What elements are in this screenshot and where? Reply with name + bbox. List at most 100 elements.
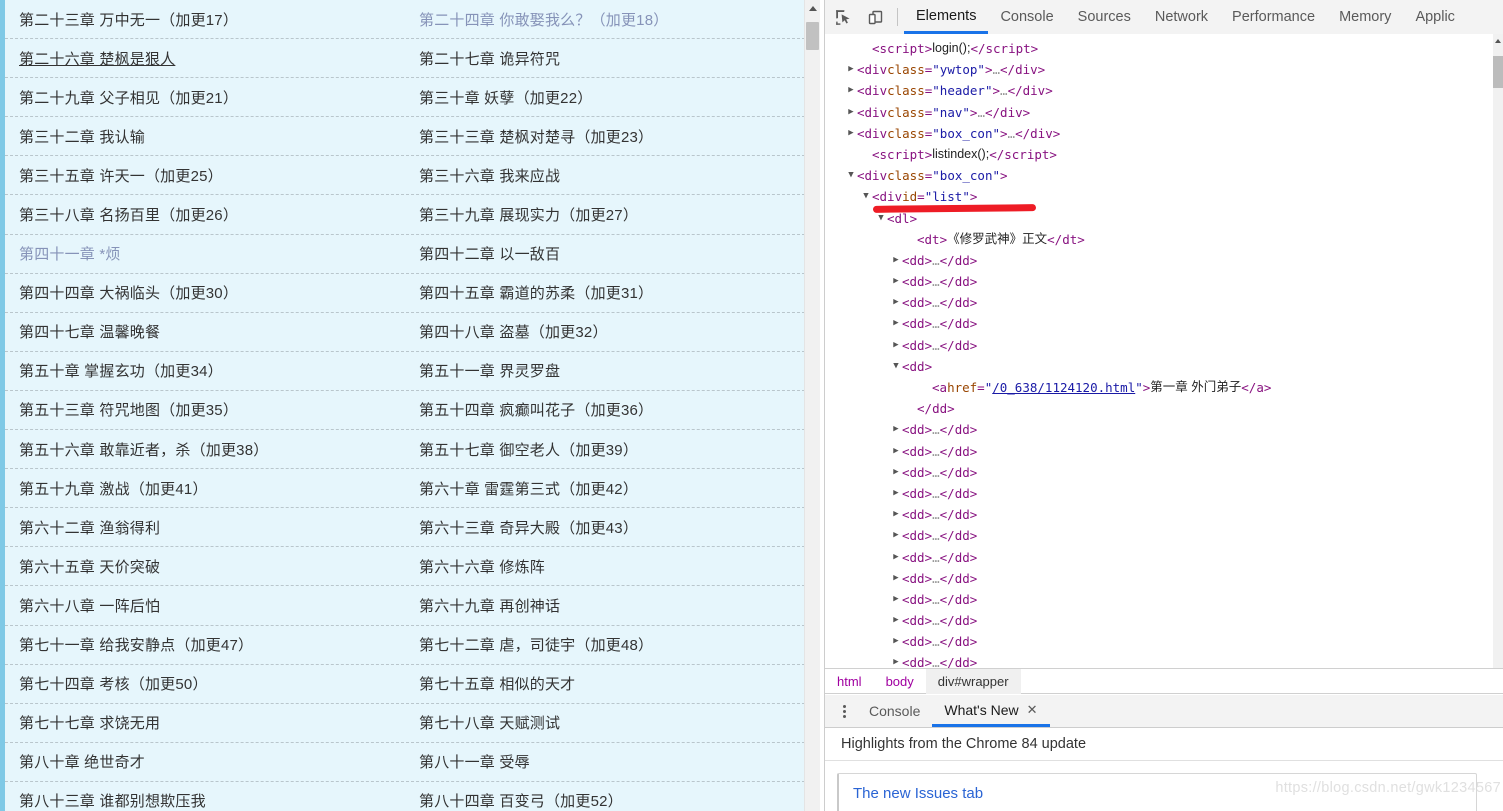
dom-tree-line[interactable]: <dd>…</dd> <box>825 271 1494 292</box>
dom-tree-line[interactable]: <dl> <box>825 208 1494 229</box>
chapter-link[interactable]: 第三十五章 许天一（加更25） <box>19 168 223 185</box>
breadcrumb-item[interactable]: html <box>825 669 874 694</box>
chapter-link[interactable]: 第六十五章 天价突破 <box>19 559 160 576</box>
dom-tree-line[interactable]: <dd>…</dd> <box>825 631 1494 652</box>
chapter-link[interactable]: 第五十四章 疯癫叫花子（加更36） <box>419 402 653 419</box>
chapter-link[interactable]: 第四十四章 大祸临头（加更30） <box>19 285 238 302</box>
chapter-link[interactable]: 第六十九章 再创神话 <box>419 598 560 615</box>
chapter-link[interactable]: 第七十四章 考核（加更50） <box>19 676 208 693</box>
dom-tree-line[interactable]: <div class="box_con">…</div> <box>825 123 1494 144</box>
tree-right-triangle-icon[interactable] <box>890 525 902 546</box>
tree-right-triangle-icon[interactable] <box>890 313 902 334</box>
tree-right-triangle-icon[interactable] <box>890 250 902 271</box>
chapter-link[interactable]: 第四十五章 霸道的苏柔（加更31） <box>419 285 653 302</box>
chapter-link[interactable]: 第二十九章 父子相见（加更21） <box>19 90 238 107</box>
dom-tree-line[interactable]: </dd > <box>825 398 1494 419</box>
tree-right-triangle-icon[interactable] <box>890 652 902 668</box>
chapter-link[interactable]: 第八十四章 百变弓（加更52） <box>419 793 623 810</box>
dom-tree-line[interactable]: <dd>…</dd> <box>825 652 1494 668</box>
chapter-link[interactable]: 第七十七章 求饶无用 <box>19 715 160 732</box>
tree-right-triangle-icon[interactable] <box>890 292 902 313</box>
tree-right-triangle-icon[interactable] <box>890 631 902 652</box>
tree-right-triangle-icon[interactable] <box>845 123 857 144</box>
dom-tree-line[interactable]: <dd>…</dd> <box>825 335 1494 356</box>
dom-tree-line[interactable]: < dt > 《修罗武神》正文 </dt > <box>825 229 1494 250</box>
tree-down-triangle-icon[interactable] <box>845 165 857 186</box>
chapter-link[interactable]: 第六十二章 渔翁得利 <box>19 520 160 537</box>
page-scrollbar[interactable] <box>804 0 820 811</box>
tree-right-triangle-icon[interactable] <box>890 483 902 504</box>
dom-tree-line[interactable]: <dd>…</dd> <box>825 504 1494 525</box>
chapter-link[interactable]: 第三十章 妖孽（加更22） <box>419 90 592 107</box>
devtools-tab-applic[interactable]: Applic <box>1403 1 1467 34</box>
chapter-link[interactable]: 第四十一章 *烦 <box>19 246 121 263</box>
tree-right-triangle-icon[interactable] <box>890 504 902 525</box>
tree-right-triangle-icon[interactable] <box>845 59 857 80</box>
chapter-link[interactable]: 第七十八章 天赋测试 <box>419 715 560 732</box>
dom-tree-line[interactable]: <div class="header">…</div> <box>825 80 1494 101</box>
dom-tree-line[interactable]: <dd>…</dd> <box>825 462 1494 483</box>
dom-tree-line[interactable]: < script > login(); </script > <box>825 38 1494 59</box>
tree-down-triangle-icon[interactable] <box>860 186 872 207</box>
dom-tree-line[interactable]: < script > listindex(); </script > <box>825 144 1494 165</box>
tree-right-triangle-icon[interactable] <box>890 419 902 440</box>
dom-tree-line[interactable]: <dd>…</dd> <box>825 610 1494 631</box>
chapter-link[interactable]: 第六十六章 修炼阵 <box>419 559 545 576</box>
close-icon[interactable]: ✕ <box>1027 702 1038 718</box>
chapter-link[interactable]: 第八十章 绝世奇才 <box>19 754 145 771</box>
dom-token-lnk[interactable]: /0_638/1124120.html <box>992 377 1135 398</box>
dom-tree[interactable]: <script>login();</script><div class="ywt… <box>825 34 1494 668</box>
tree-right-triangle-icon[interactable] <box>890 568 902 589</box>
chapter-link[interactable]: 第三十九章 展现实力（加更27） <box>419 207 638 224</box>
chapter-link[interactable]: 第二十六章 楚枫是狠人 <box>19 51 175 68</box>
devtools-tab-elements[interactable]: Elements <box>904 1 989 34</box>
dom-tree-line[interactable]: <dd>…</dd> <box>825 419 1494 440</box>
dom-tree-line[interactable]: <dd>…</dd> <box>825 483 1494 504</box>
breadcrumb-item[interactable]: body <box>874 669 926 694</box>
more-options-icon[interactable] <box>831 698 857 724</box>
chapter-link[interactable]: 第二十四章 你敢娶我么？（加更18） <box>419 12 668 29</box>
device-toolbar-icon[interactable] <box>861 3 889 31</box>
page-scrollbar-thumb[interactable] <box>806 22 819 50</box>
chapter-link[interactable]: 第六十八章 一阵后怕 <box>19 598 160 615</box>
chapter-link[interactable]: 第三十二章 我认输 <box>19 129 145 146</box>
inspect-element-icon[interactable] <box>829 3 857 31</box>
devtools-tab-console[interactable]: Console <box>988 1 1065 34</box>
dom-tree-line[interactable]: < a href = "/0_638/1124120.html " > 第一章 外门弟子 </… <box>825 377 1494 398</box>
devtools-scrollbar[interactable] <box>1493 34 1503 668</box>
whats-new-card-title[interactable]: The new Issues tab <box>853 785 983 802</box>
dom-tree-line[interactable]: <div class="box_con"> <box>825 165 1494 186</box>
devtools-tab-memory[interactable]: Memory <box>1327 1 1403 34</box>
devtools-tab-network[interactable]: Network <box>1143 1 1220 34</box>
chapter-link[interactable]: 第五十三章 符咒地图（加更35） <box>19 402 238 419</box>
chapter-link[interactable]: 第八十三章 谁都别想欺压我 <box>19 793 206 810</box>
dom-tree-line[interactable]: <div class="ywtop">…</div> <box>825 59 1494 80</box>
chapter-link[interactable]: 第八十一章 受辱 <box>419 754 530 771</box>
tree-right-triangle-icon[interactable] <box>845 80 857 101</box>
drawer-tab-console[interactable]: Console <box>857 695 932 727</box>
drawer-tab-what-s-new[interactable]: What's New ✕ <box>932 695 1050 727</box>
tree-right-triangle-icon[interactable] <box>845 102 857 123</box>
chapter-link[interactable]: 第三十六章 我来应战 <box>419 168 560 185</box>
tree-right-triangle-icon[interactable] <box>890 547 902 568</box>
tree-right-triangle-icon[interactable] <box>890 335 902 356</box>
chapter-link[interactable]: 第五十六章 敢靠近者，杀（加更38） <box>19 442 268 459</box>
tree-right-triangle-icon[interactable] <box>890 589 902 610</box>
dom-tree-line[interactable]: <dd>…</dd> <box>825 313 1494 334</box>
tree-right-triangle-icon[interactable] <box>890 610 902 631</box>
tree-right-triangle-icon[interactable] <box>890 271 902 292</box>
dom-tree-line[interactable]: <dd>…</dd> <box>825 568 1494 589</box>
chapter-link[interactable]: 第七十五章 相似的天才 <box>419 676 575 693</box>
dom-tree-line[interactable]: <dd>…</dd> <box>825 250 1494 271</box>
tree-right-triangle-icon[interactable] <box>890 441 902 462</box>
chapter-link[interactable]: 第三十三章 楚枫对楚寻（加更23） <box>419 129 653 146</box>
chapter-link[interactable]: 第七十二章 虐，司徒宇（加更48） <box>419 637 653 654</box>
tree-down-triangle-icon[interactable] <box>875 208 887 229</box>
dom-tree-line[interactable]: <dd>…</dd> <box>825 292 1494 313</box>
chapter-link[interactable]: 第五十九章 激战（加更41） <box>19 481 208 498</box>
dom-tree-line[interactable]: <dd>…</dd> <box>825 589 1494 610</box>
devtools-tab-sources[interactable]: Sources <box>1066 1 1143 34</box>
breadcrumb-item[interactable]: div#wrapper <box>925 668 1021 694</box>
dom-tree-line[interactable]: <div id="list"> <box>825 186 1494 207</box>
dom-tree-line[interactable]: <dd>…</dd> <box>825 525 1494 546</box>
